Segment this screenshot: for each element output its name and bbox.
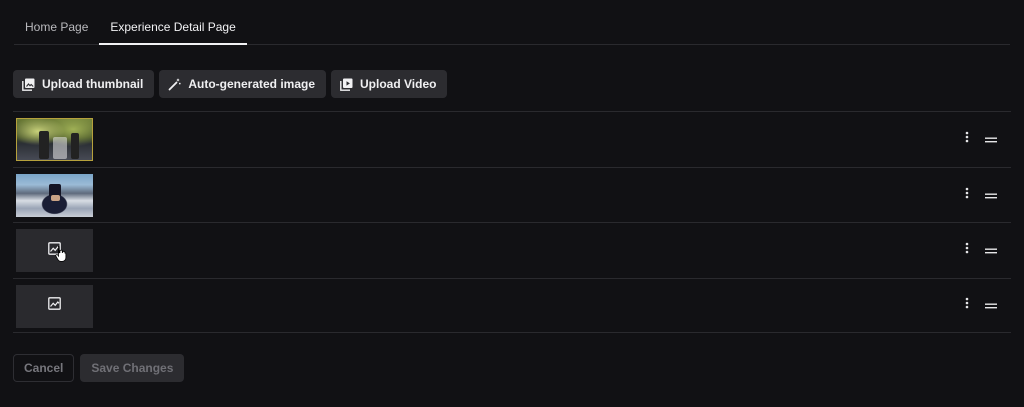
drag-handle-icon[interactable] — [985, 130, 997, 148]
media-thumbnail-placeholder[interactable] — [16, 284, 93, 328]
drag-handle-icon[interactable] — [985, 296, 997, 314]
upload-thumbnail-button[interactable]: Upload thumbnail — [13, 70, 155, 98]
tab-experience-detail-page[interactable]: Experience Detail Page — [99, 10, 248, 45]
media-row — [13, 222, 1011, 278]
hand-pointer-cursor-icon — [55, 245, 67, 267]
more-options-icon[interactable] — [965, 186, 969, 204]
cancel-button[interactable]: Cancel — [13, 354, 75, 382]
auto-generated-image-label: Auto-generated image — [188, 77, 316, 91]
media-toolbar: Upload thumbnail Auto-generated image Up… — [13, 70, 448, 98]
auto-generated-image-button[interactable]: Auto-generated image — [159, 70, 327, 98]
media-thumbnail-photo[interactable] — [16, 118, 93, 161]
upload-video-label: Upload Video — [360, 77, 437, 91]
video-library-icon — [340, 78, 353, 91]
row-actions — [965, 168, 997, 223]
tab-home-page[interactable]: Home Page — [14, 10, 99, 44]
magic-wand-icon — [168, 78, 181, 91]
more-options-icon[interactable] — [965, 241, 969, 259]
image-placeholder-icon — [48, 297, 61, 315]
tab-bar: Home Page Experience Detail Page — [14, 10, 1010, 45]
photo-library-icon — [22, 78, 35, 91]
media-row — [13, 111, 1011, 167]
media-row — [13, 277, 1011, 333]
more-options-icon[interactable] — [965, 296, 969, 314]
more-options-icon[interactable] — [965, 130, 969, 148]
form-footer: Cancel Save Changes — [13, 354, 185, 382]
row-actions — [965, 223, 997, 278]
drag-handle-icon[interactable] — [985, 241, 997, 259]
row-actions — [965, 112, 997, 167]
upload-thumbnail-label: Upload thumbnail — [42, 77, 144, 91]
save-changes-button[interactable]: Save Changes — [80, 354, 185, 382]
drag-handle-icon[interactable] — [985, 186, 997, 204]
upload-video-button[interactable]: Upload Video — [331, 70, 448, 98]
row-actions — [965, 279, 997, 333]
media-row — [13, 166, 1011, 223]
media-thumbnail-photo[interactable] — [16, 173, 93, 217]
media-list — [13, 111, 1011, 333]
